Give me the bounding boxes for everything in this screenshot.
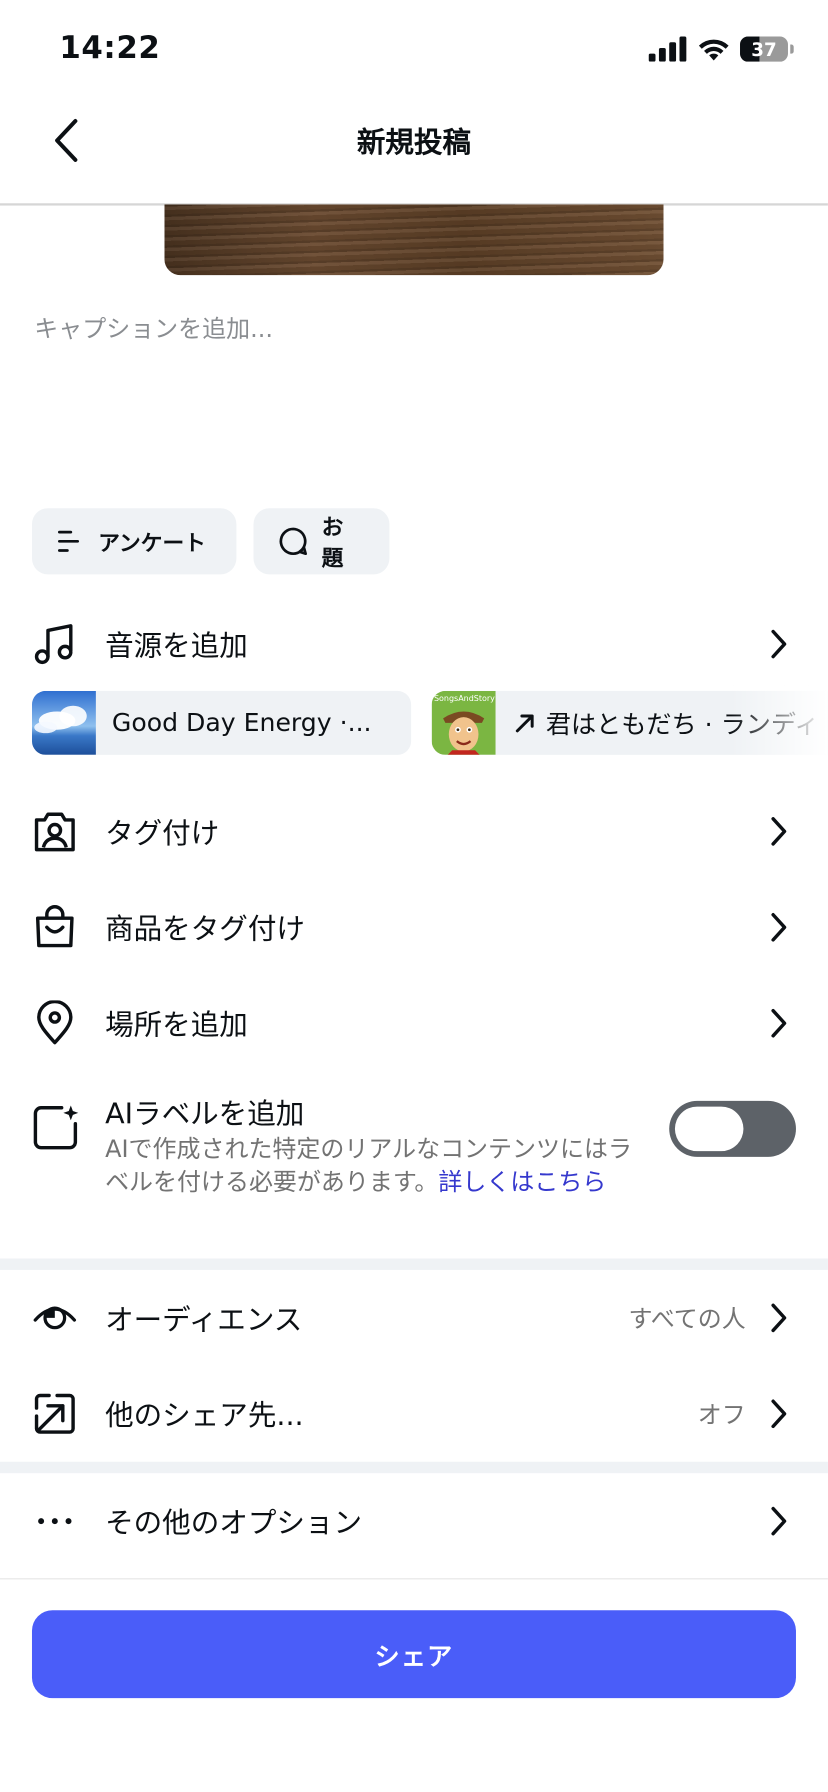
- speech-bubble-icon: [279, 527, 307, 556]
- toggle-knob: [674, 1106, 744, 1152]
- battery-icon: 37: [740, 36, 788, 62]
- shopping-bag-icon: [32, 904, 78, 950]
- music-suggestion-title: 君はともだち · ランディ: [545, 711, 820, 741]
- share-to-label: 他のシェア先...: [105, 1398, 304, 1433]
- chevron-right-icon: [766, 1301, 791, 1335]
- chevron-right-icon: [766, 627, 791, 661]
- new-post-screen: 14:22 37 新規投稿 キャプションを追加... アンケート お題 音源を追…: [0, 0, 828, 1792]
- more-options-row[interactable]: その他のオプション: [0, 1494, 828, 1549]
- wifi-icon: [698, 39, 729, 61]
- add-music-label: 音源を追加: [105, 629, 248, 663]
- media-preview[interactable]: [164, 204, 664, 276]
- audience-value: すべての人: [628, 1305, 746, 1333]
- more-options-label: その他のオプション: [105, 1506, 363, 1540]
- caption-input[interactable]: [34, 310, 788, 482]
- status-icons: 37: [648, 34, 794, 64]
- add-music-row[interactable]: 音源を追加: [0, 617, 828, 672]
- album-art-cartoon: SongsAndStory: [431, 690, 496, 755]
- battery-level: 37: [751, 38, 777, 60]
- chevron-right-icon: [766, 1397, 791, 1431]
- share-to-value: オフ: [697, 1401, 746, 1429]
- music-note-icon: [32, 621, 78, 667]
- share-external-icon: [32, 1391, 78, 1437]
- poll-chip[interactable]: アンケート: [31, 508, 237, 575]
- tag-people-row[interactable]: タグ付け: [0, 804, 828, 859]
- footer-divider: [0, 1578, 828, 1580]
- chevron-right-icon: [766, 814, 791, 848]
- location-pin-icon: [32, 1000, 78, 1046]
- ai-label-icon: [32, 1103, 80, 1151]
- album-art-sky: [31, 690, 96, 755]
- battery-cap: [790, 44, 794, 54]
- tag-person-icon: [32, 809, 78, 855]
- section-divider: [0, 1258, 828, 1270]
- topic-chip-label: お題: [321, 515, 344, 571]
- music-suggestion[interactable]: SongsAndStory 君はともだち · ランディ: [431, 690, 828, 755]
- chevron-right-icon: [766, 910, 791, 944]
- tag-products-row[interactable]: 商品をタグ付け: [0, 900, 828, 955]
- topic-chip[interactable]: お題: [253, 508, 390, 575]
- audience-row[interactable]: オーディエンス すべての人: [0, 1290, 828, 1345]
- audience-label: オーディエンス: [105, 1303, 303, 1337]
- status-time: 14:22: [59, 30, 161, 67]
- more-dots-icon: [32, 1498, 78, 1544]
- tag-products-label: 商品をタグ付け: [105, 912, 305, 946]
- chevron-right-icon: [766, 1504, 791, 1538]
- share-button[interactable]: シェア: [31, 1610, 796, 1699]
- cellular-signal-icon: [648, 36, 687, 62]
- add-location-label: 場所を追加: [105, 1008, 248, 1042]
- trending-arrow-icon: [515, 714, 534, 733]
- audience-eye-icon: [32, 1295, 78, 1341]
- ai-label-title: AIラベルを追加: [105, 1097, 305, 1131]
- music-suggestion[interactable]: Good Day Energy ·...: [31, 690, 412, 755]
- album-art-text: SongsAndStory: [434, 694, 495, 703]
- poll-chip-label: アンケート: [98, 530, 206, 556]
- add-location-row[interactable]: 場所を追加: [0, 996, 828, 1051]
- page-title: 新規投稿: [356, 125, 472, 159]
- ai-label-description: AIで作成された特定のリアルなコンテンツにはラベルを付ける必要があります。詳しく…: [105, 1133, 642, 1199]
- chevron-right-icon: [766, 1006, 791, 1040]
- share-to-row[interactable]: 他のシェア先... オフ: [0, 1386, 828, 1441]
- tag-people-label: タグ付け: [105, 816, 220, 850]
- ai-label-toggle[interactable]: [669, 1100, 796, 1157]
- section-divider: [0, 1461, 828, 1474]
- music-suggestion-title: Good Day Energy ·...: [111, 708, 372, 738]
- poll-icon: [58, 530, 80, 552]
- learn-more-link[interactable]: 詳しくはこちら: [438, 1168, 606, 1195]
